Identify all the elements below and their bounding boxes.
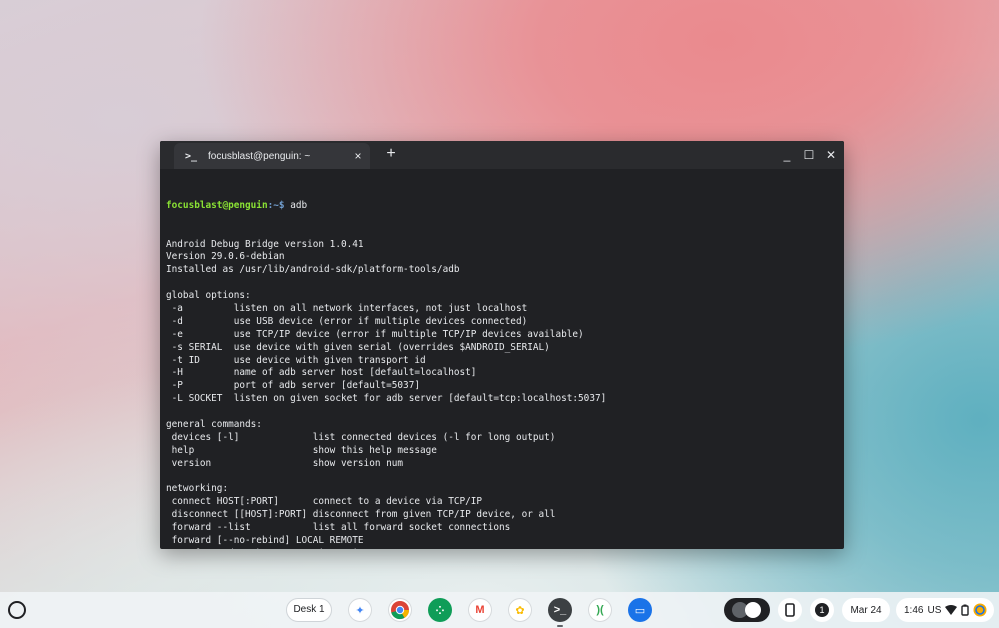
terminal-line: -H name of adb server host [default=loca… xyxy=(166,367,477,379)
minimize-button[interactable]: _ xyxy=(780,147,794,163)
accessibility-icon xyxy=(973,603,987,617)
terminal-line: -t ID use device with given transport id xyxy=(166,354,426,366)
tab-close-icon[interactable]: × xyxy=(346,149,370,163)
gmail-icon-glyph: M xyxy=(475,604,485,616)
date-button[interactable]: Mar 24 xyxy=(842,598,890,622)
terminal-icon[interactable]: >_ xyxy=(548,598,572,622)
terminal-line: -P port of adb server [default=5037] xyxy=(166,380,420,392)
photos-icon[interactable]: ✿ xyxy=(508,598,532,622)
tab-title: focusblast@penguin: ~ xyxy=(208,150,311,162)
terminal-line: -s SERIAL use device with given serial (… xyxy=(166,341,550,353)
maximize-button[interactable]: ☐ xyxy=(802,147,816,163)
terminal-line: forward socket connection using: xyxy=(166,548,838,549)
shelf: Desk 1 ✦ ⁘ M ✿ >_ )( ▭ 1 Mar 24 1:46 US xyxy=(0,592,999,628)
terminal-line: -e use TCP/IP device (error if multiple … xyxy=(166,328,584,340)
terminal-titlebar[interactable]: >_ focusblast@penguin: ~ × + _ ☐ ✕ xyxy=(160,141,844,169)
terminal-line: Android Debug Bridge version 1.0.41 xyxy=(166,238,364,250)
terminal-line: Installed as /usr/lib/android-sdk/platfo… xyxy=(166,264,460,276)
launcher-button[interactable] xyxy=(8,601,26,619)
phone-hub-button[interactable] xyxy=(778,598,802,622)
prompt-command: adb xyxy=(284,199,308,211)
screen-capture-pill[interactable] xyxy=(724,598,770,622)
desk-button[interactable]: Desk 1 xyxy=(286,598,332,622)
phone-icon xyxy=(785,603,795,617)
files-icon[interactable]: ▭ xyxy=(628,598,652,622)
play-games-icon[interactable]: )( xyxy=(588,598,612,622)
region-label: US xyxy=(927,604,942,616)
assistant-icon[interactable]: ✦ xyxy=(348,598,372,622)
terminal-line: networking: xyxy=(166,483,229,495)
terminal-prompt-icon: >_ xyxy=(184,150,198,162)
launcher-apps-icon[interactable]: ⁘ xyxy=(428,598,452,622)
terminal-line: version show version num xyxy=(166,457,404,469)
chrome-icon[interactable] xyxy=(388,598,412,622)
photos-icon-glyph: ✿ xyxy=(515,604,525,617)
terminal-running-indicator xyxy=(557,625,563,627)
terminal-line: general commands: xyxy=(166,418,262,430)
terminal-line: global options: xyxy=(166,290,251,302)
battery-icon xyxy=(961,604,970,616)
output-lines: Android Debug Bridge version 1.0.41 Versi… xyxy=(166,239,838,549)
terminal-window[interactable]: >_ focusblast@penguin: ~ × + _ ☐ ✕ focus… xyxy=(160,141,844,549)
wifi-icon xyxy=(945,605,958,615)
command-prompt-line: focusblast@penguin:~$ adb xyxy=(166,200,838,213)
terminal-tab[interactable]: >_ focusblast@penguin: ~ × xyxy=(174,143,370,169)
status-area[interactable]: 1:46 US xyxy=(896,598,994,622)
gmail-icon[interactable]: M xyxy=(468,598,492,622)
capture-mode-icon xyxy=(732,602,761,618)
notification-count-badge: 1 xyxy=(815,603,829,617)
launcher-apps-icon-glyph: ⁘ xyxy=(435,604,445,617)
terminal-icon-glyph: >_ xyxy=(553,604,567,616)
window-controls: _ ☐ ✕ xyxy=(780,147,838,163)
terminal-line: disconnect [[HOST]:PORT] disconnect from… xyxy=(166,509,556,521)
prompt-user: focusblast@penguin xyxy=(166,199,268,211)
files-icon-glyph: ▭ xyxy=(634,604,646,617)
notification-button[interactable]: 1 xyxy=(810,598,834,622)
assistant-icon-glyph: ✦ xyxy=(355,604,365,617)
prompt-path: :~$ xyxy=(267,199,285,211)
new-tab-button[interactable]: + xyxy=(382,145,400,163)
close-button[interactable]: ✕ xyxy=(824,147,838,163)
terminal-line: forward --list list all forward socket c… xyxy=(166,522,511,534)
terminal-line: connect HOST[:PORT] connect to a device … xyxy=(166,496,483,508)
terminal-line: -L SOCKET listen on given socket for adb… xyxy=(166,393,607,405)
terminal-line: -a listen on all network interfaces, not… xyxy=(166,302,528,314)
terminal-line: Version 29.0.6-debian xyxy=(166,251,285,263)
play-games-icon-glyph: )( xyxy=(596,604,604,616)
terminal-line: -d use USB device (error if multiple dev… xyxy=(166,315,528,327)
time-label: 1:46 xyxy=(904,604,924,616)
terminal-line: help show this help message xyxy=(166,444,437,456)
terminal-line: devices [-l] list connected devices (-l … xyxy=(166,431,556,443)
terminal-output[interactable]: focusblast@penguin:~$ adb Android Debug … xyxy=(160,169,844,549)
terminal-line: forward [--no-rebind] LOCAL REMOTE xyxy=(166,535,364,546)
